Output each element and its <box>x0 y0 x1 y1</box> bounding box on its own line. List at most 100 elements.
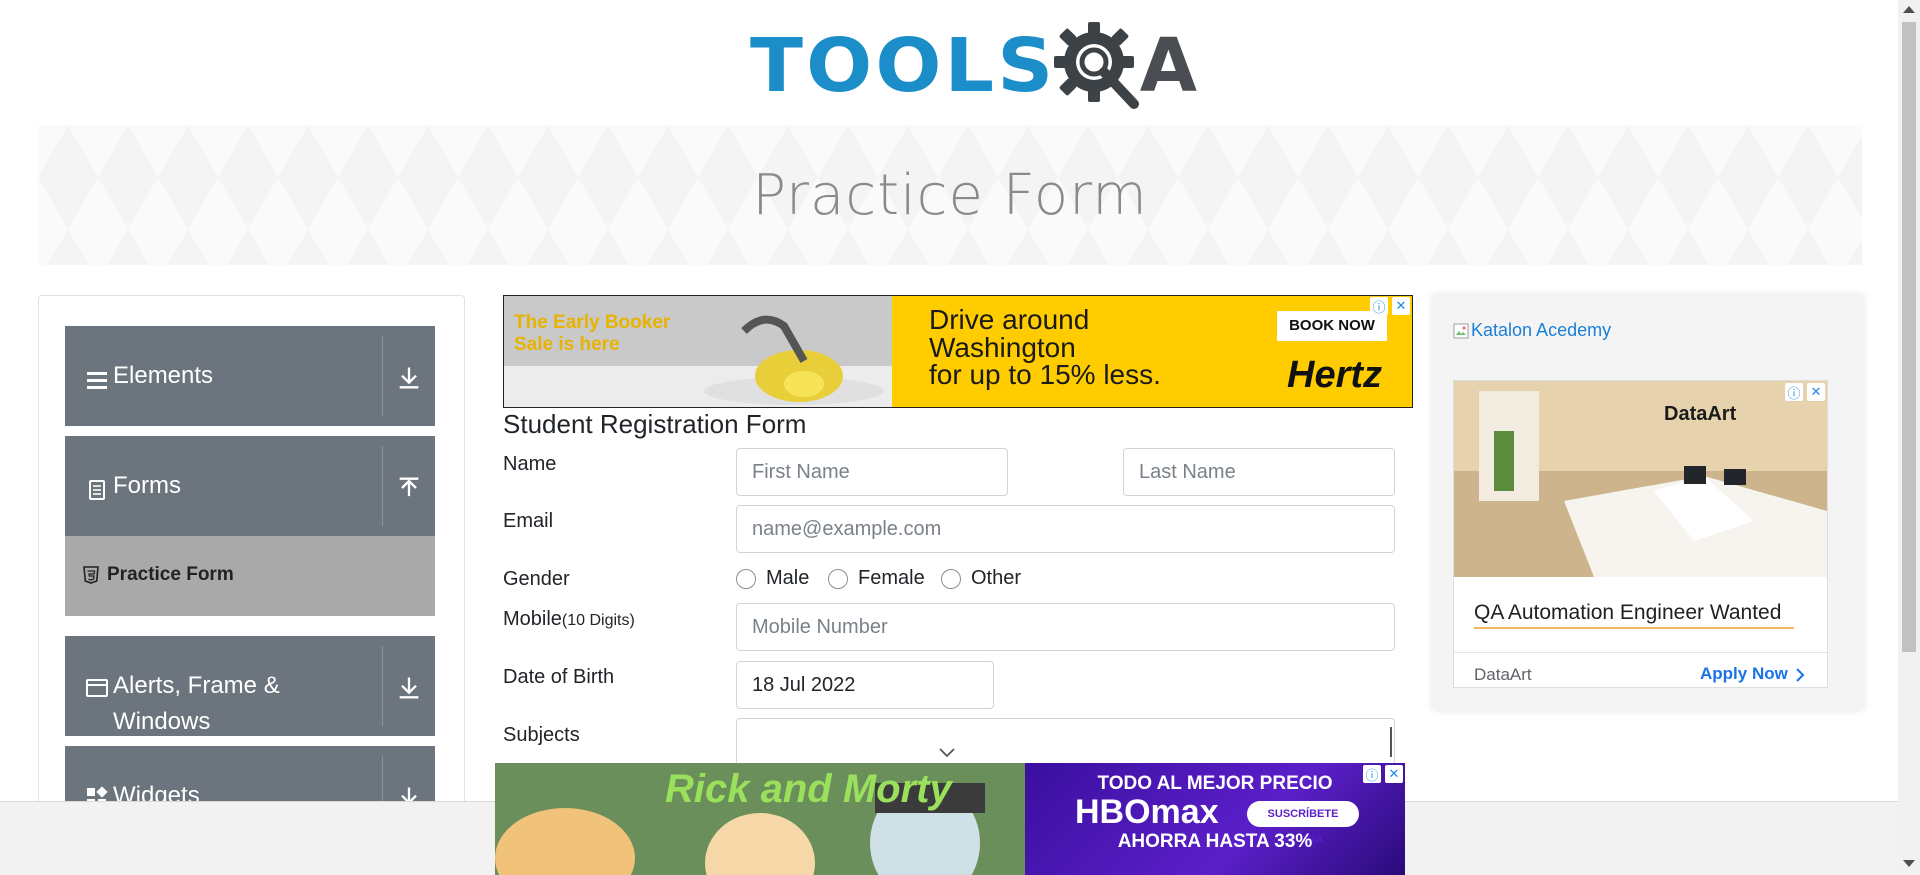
last-name-input[interactable]: Last Name <box>1123 448 1395 496</box>
sidebar-group-label-line1: Alerts, Frame & <box>113 672 280 699</box>
ad-hertz-headline-line3: for up to 15% less. <box>929 359 1161 390</box>
gender-label: Gender <box>503 568 570 590</box>
email-label: Email <box>503 510 554 532</box>
ad-choices[interactable]: ⓘ ✕ <box>1785 383 1825 401</box>
sidebar-item-label: Practice Form <box>107 564 234 585</box>
katalon-academy-text[interactable]: Katalon Acedemy <box>1471 320 1611 341</box>
first-name-input[interactable]: First Name <box>736 448 1008 496</box>
gender-radio-female[interactable]: Female <box>828 567 925 590</box>
apply-now-button[interactable]: Apply Now <box>1700 664 1788 684</box>
ad-hertz-headline-line2: Washington <box>929 332 1076 363</box>
hbo-line2: AHORRA HASTA 33% <box>1117 831 1313 852</box>
sidebar: Elements Forms Practice Form Alerts, Fra… <box>38 295 465 875</box>
hbo-line1: TODO AL MEJOR PRECIO <box>1097 773 1333 794</box>
download-arrow-icon[interactable] <box>395 674 423 702</box>
upload-arrow-icon[interactable] <box>395 474 423 502</box>
ad-banner-hertz[interactable]: The Early Booker Sale is here Drive arou… <box>503 295 1413 408</box>
dob-label: Date of Birth <box>503 666 615 688</box>
subjects-scrollbar <box>1390 727 1392 757</box>
dataart-headline[interactable]: QA Automation Engineer Wanted <box>1474 601 1781 625</box>
sidebar-group-label-line2: Windows <box>113 708 211 735</box>
radio-label[interactable]: Male <box>766 567 809 590</box>
ad-choices[interactable]: ⓘ ✕ <box>1370 297 1410 315</box>
close-icon[interactable]: ✕ <box>1392 297 1410 315</box>
ad-rick-morty-image: Rick and Morty <box>495 763 1025 875</box>
hbo-brand: HBOmax <box>1075 793 1219 831</box>
page-title: Practice Form <box>752 163 1148 228</box>
dob-value: 18 Jul 2022 <box>752 674 856 696</box>
ad-hertz-copy: Drive around Washington for up to 15% le… <box>892 296 1412 407</box>
dataart-office-photo: DataArt ⓘ ✕ <box>1454 381 1827 577</box>
close-icon[interactable]: ✕ <box>1385 765 1403 783</box>
logo-a-text: A <box>1139 22 1198 109</box>
katalon-academy-link[interactable]: Katalon Acedemy <box>1453 320 1611 341</box>
divider <box>382 446 383 526</box>
sidebar-group-elements[interactable]: Elements <box>65 326 435 426</box>
chevron-right-icon[interactable] <box>1794 668 1806 682</box>
gender-radio-male[interactable]: Male <box>736 567 809 590</box>
dataart-ad-card[interactable]: DataArt ⓘ ✕ QA Automation Engineer Wante… <box>1453 380 1828 688</box>
ad-hertz-headline-line1: Drive around <box>929 304 1090 335</box>
ad-hbomax-copy: TODO AL MEJOR PRECIO HBOmax SUSCRÍBETE A… <box>1025 763 1405 875</box>
chevron-down-icon[interactable] <box>937 747 957 759</box>
form-title: Student Registration Form <box>503 409 807 439</box>
sidebar-item-practice-form[interactable]: Practice Form <box>65 536 435 616</box>
mobile-placeholder: Mobile Number <box>752 616 888 638</box>
divider <box>382 646 383 726</box>
radio-label[interactable]: Other <box>971 567 1021 590</box>
first-name-placeholder: First Name <box>752 461 850 483</box>
sidebar-group-alerts-frame-windows[interactable]: Alerts, Frame & Windows <box>65 636 435 736</box>
office-reception-illustration <box>1454 381 1827 577</box>
sidebar-group-label: Elements <box>113 362 214 389</box>
radio-label[interactable]: Female <box>858 567 925 590</box>
page-header-banner: Practice Form <box>38 125 1862 265</box>
dataart-advertiser: DataArt <box>1474 665 1532 684</box>
mobile-hint: (10 Digits) <box>561 612 635 629</box>
ad-hertz-left-line1: The Early Booker <box>514 312 671 333</box>
adchoices-info-icon[interactable]: ⓘ <box>1370 297 1388 315</box>
ad-hertz-brand: Hertz <box>1287 354 1383 396</box>
mobile-label-text: Mobile <box>503 608 562 630</box>
sidebar-group-label: Forms <box>113 472 181 499</box>
hamburger-icon <box>87 372 107 389</box>
scroll-down-arrow[interactable] <box>1903 860 1915 867</box>
ad-banner-hbomax[interactable]: Rick and Morty TODO AL MEJOR PRECIO HBOm… <box>495 763 1405 875</box>
radio-circle[interactable] <box>736 568 756 589</box>
radio-circle[interactable] <box>828 568 848 589</box>
email-input[interactable]: name@example.com <box>736 505 1395 553</box>
page-scrollbar[interactable] <box>1898 0 1920 875</box>
date-of-birth-input[interactable]: 18 Jul 2022 <box>736 661 994 709</box>
close-icon[interactable]: ✕ <box>1807 383 1825 401</box>
divider <box>382 336 383 416</box>
gender-radio-other[interactable]: Other <box>941 567 1021 590</box>
email-placeholder: name@example.com <box>752 518 942 540</box>
hbo-subscribe-button[interactable]: SUSCRÍBETE AHORA <box>1247 801 1359 846</box>
scroll-up-arrow[interactable] <box>1903 6 1915 13</box>
dataart-photo-brand: DataArt <box>1664 403 1737 425</box>
download-arrow-icon[interactable] <box>395 364 423 392</box>
window-icon <box>86 679 108 697</box>
ad-choices[interactable]: ⓘ ✕ <box>1363 765 1403 783</box>
logo-qa: A <box>1052 20 1197 112</box>
scrollbar-thumb[interactable] <box>1902 22 1916 652</box>
ad-hertz-book-now-button[interactable]: BOOK NOW <box>1277 311 1387 341</box>
sidebar-group-forms[interactable]: Forms <box>65 436 435 536</box>
adchoices-info-icon[interactable]: ⓘ <box>1363 765 1381 783</box>
ad-hertz-image: The Early Booker Sale is here <box>504 296 892 407</box>
page: TOOLS A Practice Form Elements Forms Pra… <box>0 0 1920 875</box>
ad-hertz-left-line2: Sale is here <box>514 334 620 355</box>
subjects-input[interactable] <box>736 718 1395 766</box>
mobile-input[interactable]: Mobile Number <box>736 603 1395 651</box>
subjects-label: Subjects <box>503 724 580 746</box>
ad-rick-morty-title: Rick and Morty <box>665 767 952 811</box>
ad-sidebar-dataart[interactable]: Katalon Acedemy DataArt ⓘ ✕ QA Automatio… <box>1433 295 1863 710</box>
toolsqa-logo[interactable]: TOOLS A <box>750 18 1197 113</box>
radio-circle[interactable] <box>941 568 961 589</box>
adchoices-info-icon[interactable]: ⓘ <box>1785 383 1803 401</box>
logo-tools-text: TOOLS <box>750 22 1057 109</box>
broken-image-icon <box>1453 323 1469 338</box>
headline-underline <box>1474 627 1794 629</box>
name-label: Name <box>503 453 557 475</box>
divider <box>1454 652 1827 653</box>
last-name-placeholder: Last Name <box>1139 461 1236 483</box>
